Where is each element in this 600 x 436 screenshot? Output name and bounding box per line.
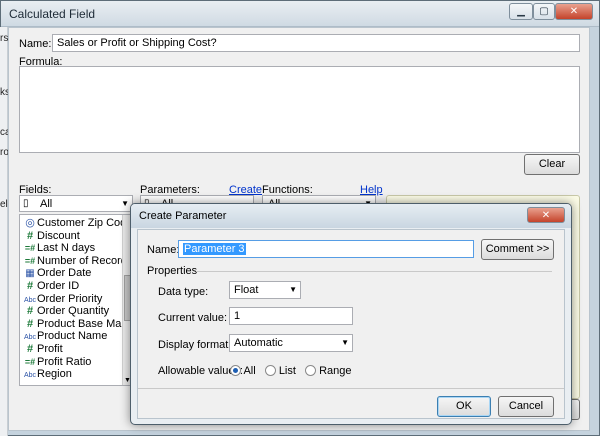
list-item[interactable]: AbcRegion	[23, 368, 123, 381]
name-label: Name:	[19, 38, 52, 50]
list-item[interactable]: =# Last N days	[23, 242, 123, 255]
fields-list[interactable]: ◎ Customer Zip Code # Discount =# Last N da…	[19, 214, 133, 386]
field-label: Product Name	[37, 330, 108, 343]
fields-filter-combo[interactable]: ▯ All ▼	[19, 195, 133, 212]
field-label: Profit	[37, 342, 63, 355]
chevron-down-icon: ▼	[289, 285, 297, 294]
list-item[interactable]: # Profit	[23, 343, 123, 356]
chevron-down-icon: ▼	[121, 199, 129, 208]
list-item[interactable]: # Order ID	[23, 280, 123, 293]
field-label: Order Date	[37, 267, 92, 280]
data-type-select[interactable]: Float ▼	[229, 281, 301, 299]
field-label: Region	[37, 368, 72, 381]
list-item[interactable]: =# Profit Ratio	[23, 356, 123, 369]
field-label: Number of Records	[37, 254, 133, 267]
comment-button[interactable]: Comment >>	[481, 239, 554, 260]
radio-label: All	[243, 365, 256, 377]
calc-titlebar[interactable]: Calculated Field ▁ ▢ ✕	[1, 1, 599, 27]
measure-icon: #	[26, 229, 34, 242]
background-app-strip: rs ks ca ro el	[0, 27, 11, 436]
calculated-measure-icon: =#	[24, 255, 36, 266]
dialog-title: Create Parameter	[139, 210, 227, 222]
field-label: Profit Ratio	[37, 355, 92, 368]
list-item[interactable]: # Product Base Margin	[23, 317, 132, 331]
measure-icon: #	[26, 342, 34, 355]
field-label: Order ID	[37, 279, 80, 292]
radio-button-icon	[230, 365, 241, 376]
radio-button-icon	[305, 365, 316, 376]
formula-editor[interactable]	[19, 66, 580, 153]
close-button[interactable]: ✕	[555, 3, 593, 20]
dialog-client: Name: Parameter 3 Comment >> Properties …	[137, 229, 565, 419]
list-item[interactable]: ◎ Customer Zip Code	[23, 217, 132, 230]
properties-label: Properties	[147, 265, 198, 277]
field-label: Customer Zip Code	[37, 217, 133, 229]
chevron-down-icon: ▼	[341, 338, 349, 347]
measure-icon: #	[26, 317, 34, 330]
dialog-close-button[interactable]: ✕	[527, 207, 565, 223]
minimize-button[interactable]: ▁	[509, 3, 533, 20]
current-value-label: Current value:	[158, 312, 228, 324]
dialog-titlebar[interactable]: Create Parameter ✕	[131, 204, 571, 228]
field-label: Order Quantity	[37, 305, 110, 318]
field-name-input[interactable]	[52, 34, 580, 52]
selected-name-text: Parameter 3	[183, 243, 246, 255]
fields-list-items: ◎ Customer Zip Code # Discount =# Last N da…	[23, 217, 132, 381]
param-name-input[interactable]: Parameter 3	[178, 240, 474, 258]
data-type-value: Float	[234, 284, 259, 296]
radio-label: List	[278, 365, 296, 377]
field-label: Discount	[37, 229, 80, 242]
display-format-select[interactable]: Automatic ▼	[229, 334, 353, 352]
properties-divider	[196, 271, 552, 272]
data-type-label: Data type:	[158, 286, 209, 298]
radio-all[interactable]: All	[230, 365, 256, 377]
measure-icon: #	[26, 279, 34, 292]
field-label: Last N days	[37, 242, 96, 255]
radio-label: Range	[319, 365, 352, 377]
ok-button[interactable]: OK	[437, 396, 491, 417]
current-value-input[interactable]	[229, 307, 353, 325]
clear-button[interactable]: Clear	[524, 154, 580, 175]
list-item[interactable]: =# Number of Records	[23, 255, 132, 268]
window-title: Calculated Field	[9, 7, 96, 21]
field-label: Product Base Margin	[37, 317, 133, 330]
list-item[interactable]: ▦ Order Date	[23, 267, 123, 280]
radio-range[interactable]: Range	[305, 365, 351, 377]
calculated-measure-icon: =#	[24, 356, 36, 367]
globe-icon: ◎	[25, 217, 35, 229]
maximize-button[interactable]: ▢	[533, 3, 555, 20]
cancel-button[interactable]: Cancel	[498, 396, 554, 417]
list-item[interactable]: AbcOrder Priority	[23, 293, 123, 306]
fields-filter-value: All	[40, 198, 53, 210]
strip-text: el	[0, 199, 8, 210]
footer-divider	[138, 388, 564, 389]
database-icon: ▯	[23, 198, 29, 209]
calculated-measure-icon: =#	[24, 243, 36, 254]
display-format-value: Automatic	[234, 337, 283, 349]
display-format-label: Display format:	[158, 339, 232, 351]
list-item[interactable]: AbcProduct Name	[23, 330, 123, 343]
param-name-label: Name:	[147, 244, 180, 256]
create-parameter-dialog: Create Parameter ✕ Name: Parameter 3 Com…	[130, 203, 572, 425]
radio-button-icon	[264, 365, 276, 376]
measure-icon: #	[26, 305, 34, 318]
field-label: Order Priority	[37, 292, 103, 305]
text-field-icon: Abc	[23, 372, 37, 380]
list-item[interactable]: # Order Quantity	[23, 305, 123, 318]
list-item[interactable]: # Discount	[23, 230, 123, 243]
radio-list[interactable]: List	[264, 365, 296, 377]
allowable-values-radios: All List Range	[230, 365, 351, 377]
